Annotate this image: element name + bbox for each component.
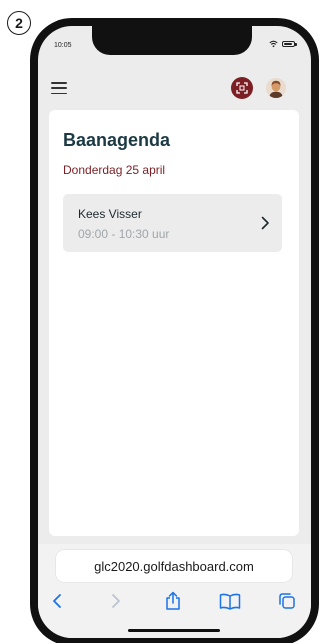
phone-frame: 10:05 Baanagenda Donderdag 25 april Kees… [30, 18, 319, 643]
scan-button[interactable] [231, 77, 253, 99]
share-icon [166, 591, 180, 610]
status-icons [269, 40, 297, 48]
menu-icon[interactable] [51, 82, 67, 94]
status-time: 10:05 [54, 42, 72, 49]
back-button[interactable] [46, 590, 68, 612]
avatar[interactable] [266, 78, 286, 98]
forward-button[interactable] [105, 590, 127, 612]
screenshot-canvas: 2 10:05 Baanagenda Donderdag 25 april Ke… [0, 0, 319, 643]
app-header [38, 74, 311, 106]
scan-icon [236, 82, 248, 94]
date-label: Donderdag 25 april [63, 163, 166, 177]
phone-notch [92, 26, 252, 55]
agenda-card: Baanagenda Donderdag 25 april Kees Visse… [49, 110, 299, 536]
bookmarks-icon [219, 593, 241, 610]
user-avatar-icon [266, 78, 286, 98]
back-icon [53, 594, 61, 608]
booking-name: Kees Visser [78, 207, 142, 221]
battery-icon [282, 41, 297, 47]
forward-icon [112, 594, 120, 608]
chevron-right-icon [261, 216, 269, 230]
wifi-icon [269, 40, 278, 48]
booking-list-item[interactable]: Kees Visser 09:00 - 10:30 uur [63, 194, 282, 252]
phone-screen: 10:05 Baanagenda Donderdag 25 april Kees… [38, 26, 311, 638]
home-indicator [128, 629, 220, 632]
booking-time: 09:00 - 10:30 uur [78, 227, 170, 241]
tabs-icon [279, 593, 295, 609]
page-title: Baanagenda [63, 130, 171, 150]
tabs-button[interactable] [276, 590, 298, 612]
browser-bar: glc2020.golfdashboard.com [38, 544, 311, 638]
share-button[interactable] [162, 590, 184, 612]
bookmarks-button[interactable] [219, 590, 241, 612]
step-number-badge: 2 [7, 11, 31, 35]
browser-toolbar [38, 590, 311, 614]
url-field[interactable]: glc2020.golfdashboard.com [56, 550, 292, 582]
